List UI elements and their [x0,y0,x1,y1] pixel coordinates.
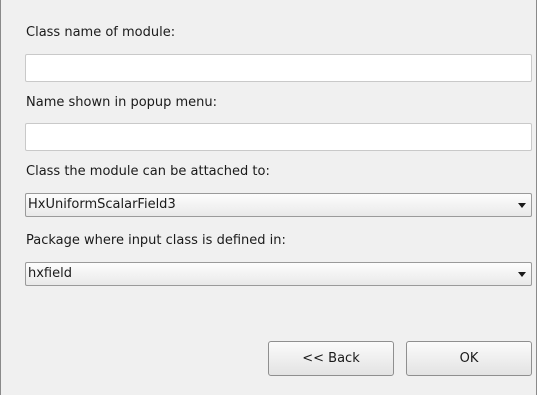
chevron-down-icon [518,203,526,208]
popup-name-label: Name shown in popup menu: [26,95,218,110]
module-wizard-dialog: Class name of module: Name shown in popu… [0,0,537,395]
package-dropdown[interactable]: hxfield [25,262,532,286]
attach-class-label: Class the module can be attached to: [26,164,270,179]
attach-class-dropdown[interactable]: HxUniformScalarField3 [25,193,532,217]
ok-button[interactable]: OK [406,341,532,376]
class-name-input[interactable] [25,54,532,82]
attach-class-selected-value: HxUniformScalarField3 [28,197,176,212]
class-name-label: Class name of module: [26,25,176,40]
back-button[interactable]: << Back [268,341,394,376]
chevron-down-icon [518,272,526,277]
package-selected-value: hxfield [28,266,72,281]
popup-name-input[interactable] [25,123,532,151]
package-label: Package where input class is defined in: [26,233,286,248]
